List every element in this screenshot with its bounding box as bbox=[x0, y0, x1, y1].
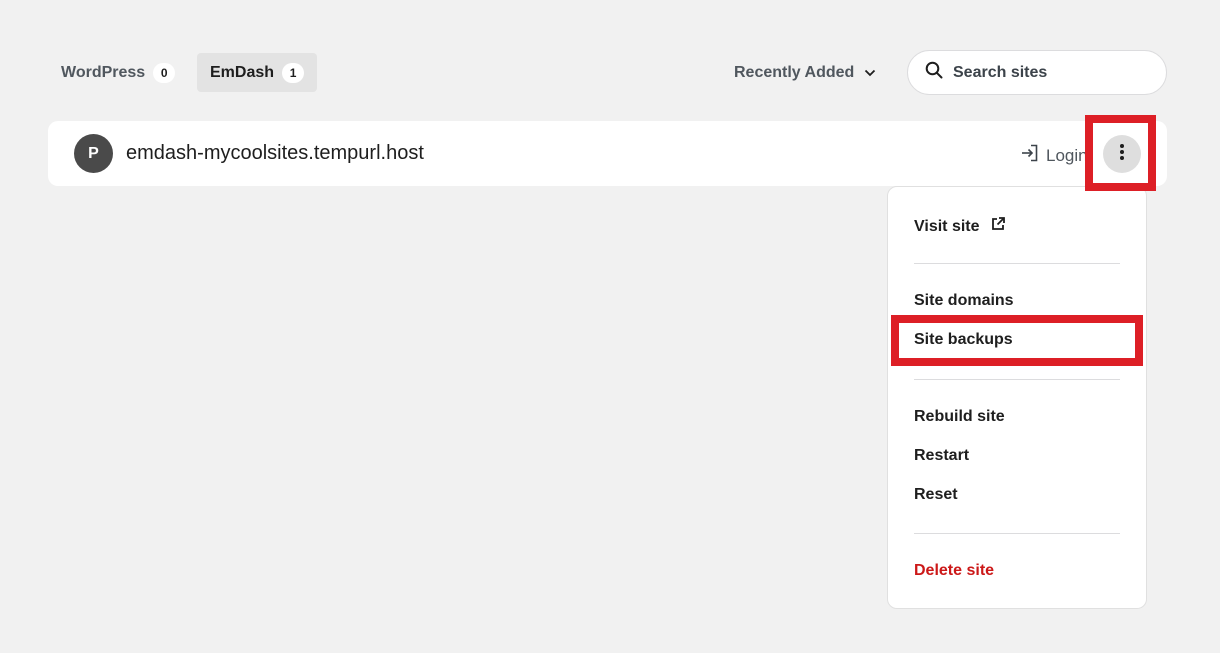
search-icon bbox=[925, 61, 943, 84]
search-input[interactable] bbox=[953, 63, 1143, 82]
more-options-button[interactable] bbox=[1103, 135, 1141, 173]
menu-divider bbox=[914, 533, 1120, 534]
menu-item-reset[interactable]: Reset bbox=[914, 486, 958, 504]
sort-label: Recently Added bbox=[734, 63, 855, 81]
login-label: Login bbox=[1046, 145, 1088, 165]
avatar: P bbox=[74, 134, 113, 173]
tab-wordpress[interactable]: WordPress 0 bbox=[48, 53, 188, 92]
tab-label: EmDash bbox=[210, 63, 275, 81]
menu-item-restart[interactable]: Restart bbox=[914, 447, 969, 465]
chevron-down-icon bbox=[864, 69, 876, 77]
count-badge: 0 bbox=[153, 62, 176, 83]
menu-item-rebuild-site[interactable]: Rebuild site bbox=[914, 408, 1005, 426]
menu-item-visit-site[interactable]: Visit site bbox=[914, 216, 1006, 237]
count-badge: 1 bbox=[282, 62, 305, 83]
site-url[interactable]: emdash-mycoolsites.tempurl.host bbox=[126, 142, 424, 165]
search-box[interactable] bbox=[907, 50, 1167, 95]
login-arrow-icon bbox=[1020, 143, 1040, 168]
tab-emdash[interactable]: EmDash 1 bbox=[197, 53, 318, 92]
menu-item-label: Restart bbox=[914, 447, 970, 464]
menu-item-label: Site backups bbox=[914, 331, 1013, 348]
menu-item-label: Visit site bbox=[914, 217, 980, 235]
sites-page: WordPress 0 EmDash 1 Recently Added P em… bbox=[0, 0, 1220, 653]
external-link-icon bbox=[990, 216, 1006, 237]
menu-item-label: Rebuild site bbox=[914, 408, 1005, 425]
menu-item-label: Reset bbox=[914, 486, 958, 503]
site-actions-menu: Visit site Site domains Site backups Reb… bbox=[887, 186, 1147, 609]
login-button[interactable]: Login bbox=[1020, 143, 1088, 168]
tab-label: WordPress bbox=[61, 63, 146, 81]
menu-item-label: Site domains bbox=[914, 292, 1014, 309]
menu-item-site-backups[interactable]: Site backups bbox=[914, 331, 1013, 349]
menu-item-delete-site[interactable]: Delete site bbox=[914, 562, 994, 580]
more-vertical-icon bbox=[1119, 143, 1125, 166]
menu-divider bbox=[914, 263, 1120, 264]
menu-item-label: Delete site bbox=[914, 562, 995, 579]
menu-item-site-domains[interactable]: Site domains bbox=[914, 292, 1014, 310]
sort-dropdown[interactable]: Recently Added bbox=[734, 53, 876, 92]
site-row[interactable]: P emdash-mycoolsites.tempurl.host Login bbox=[48, 121, 1167, 186]
menu-divider bbox=[914, 379, 1120, 380]
